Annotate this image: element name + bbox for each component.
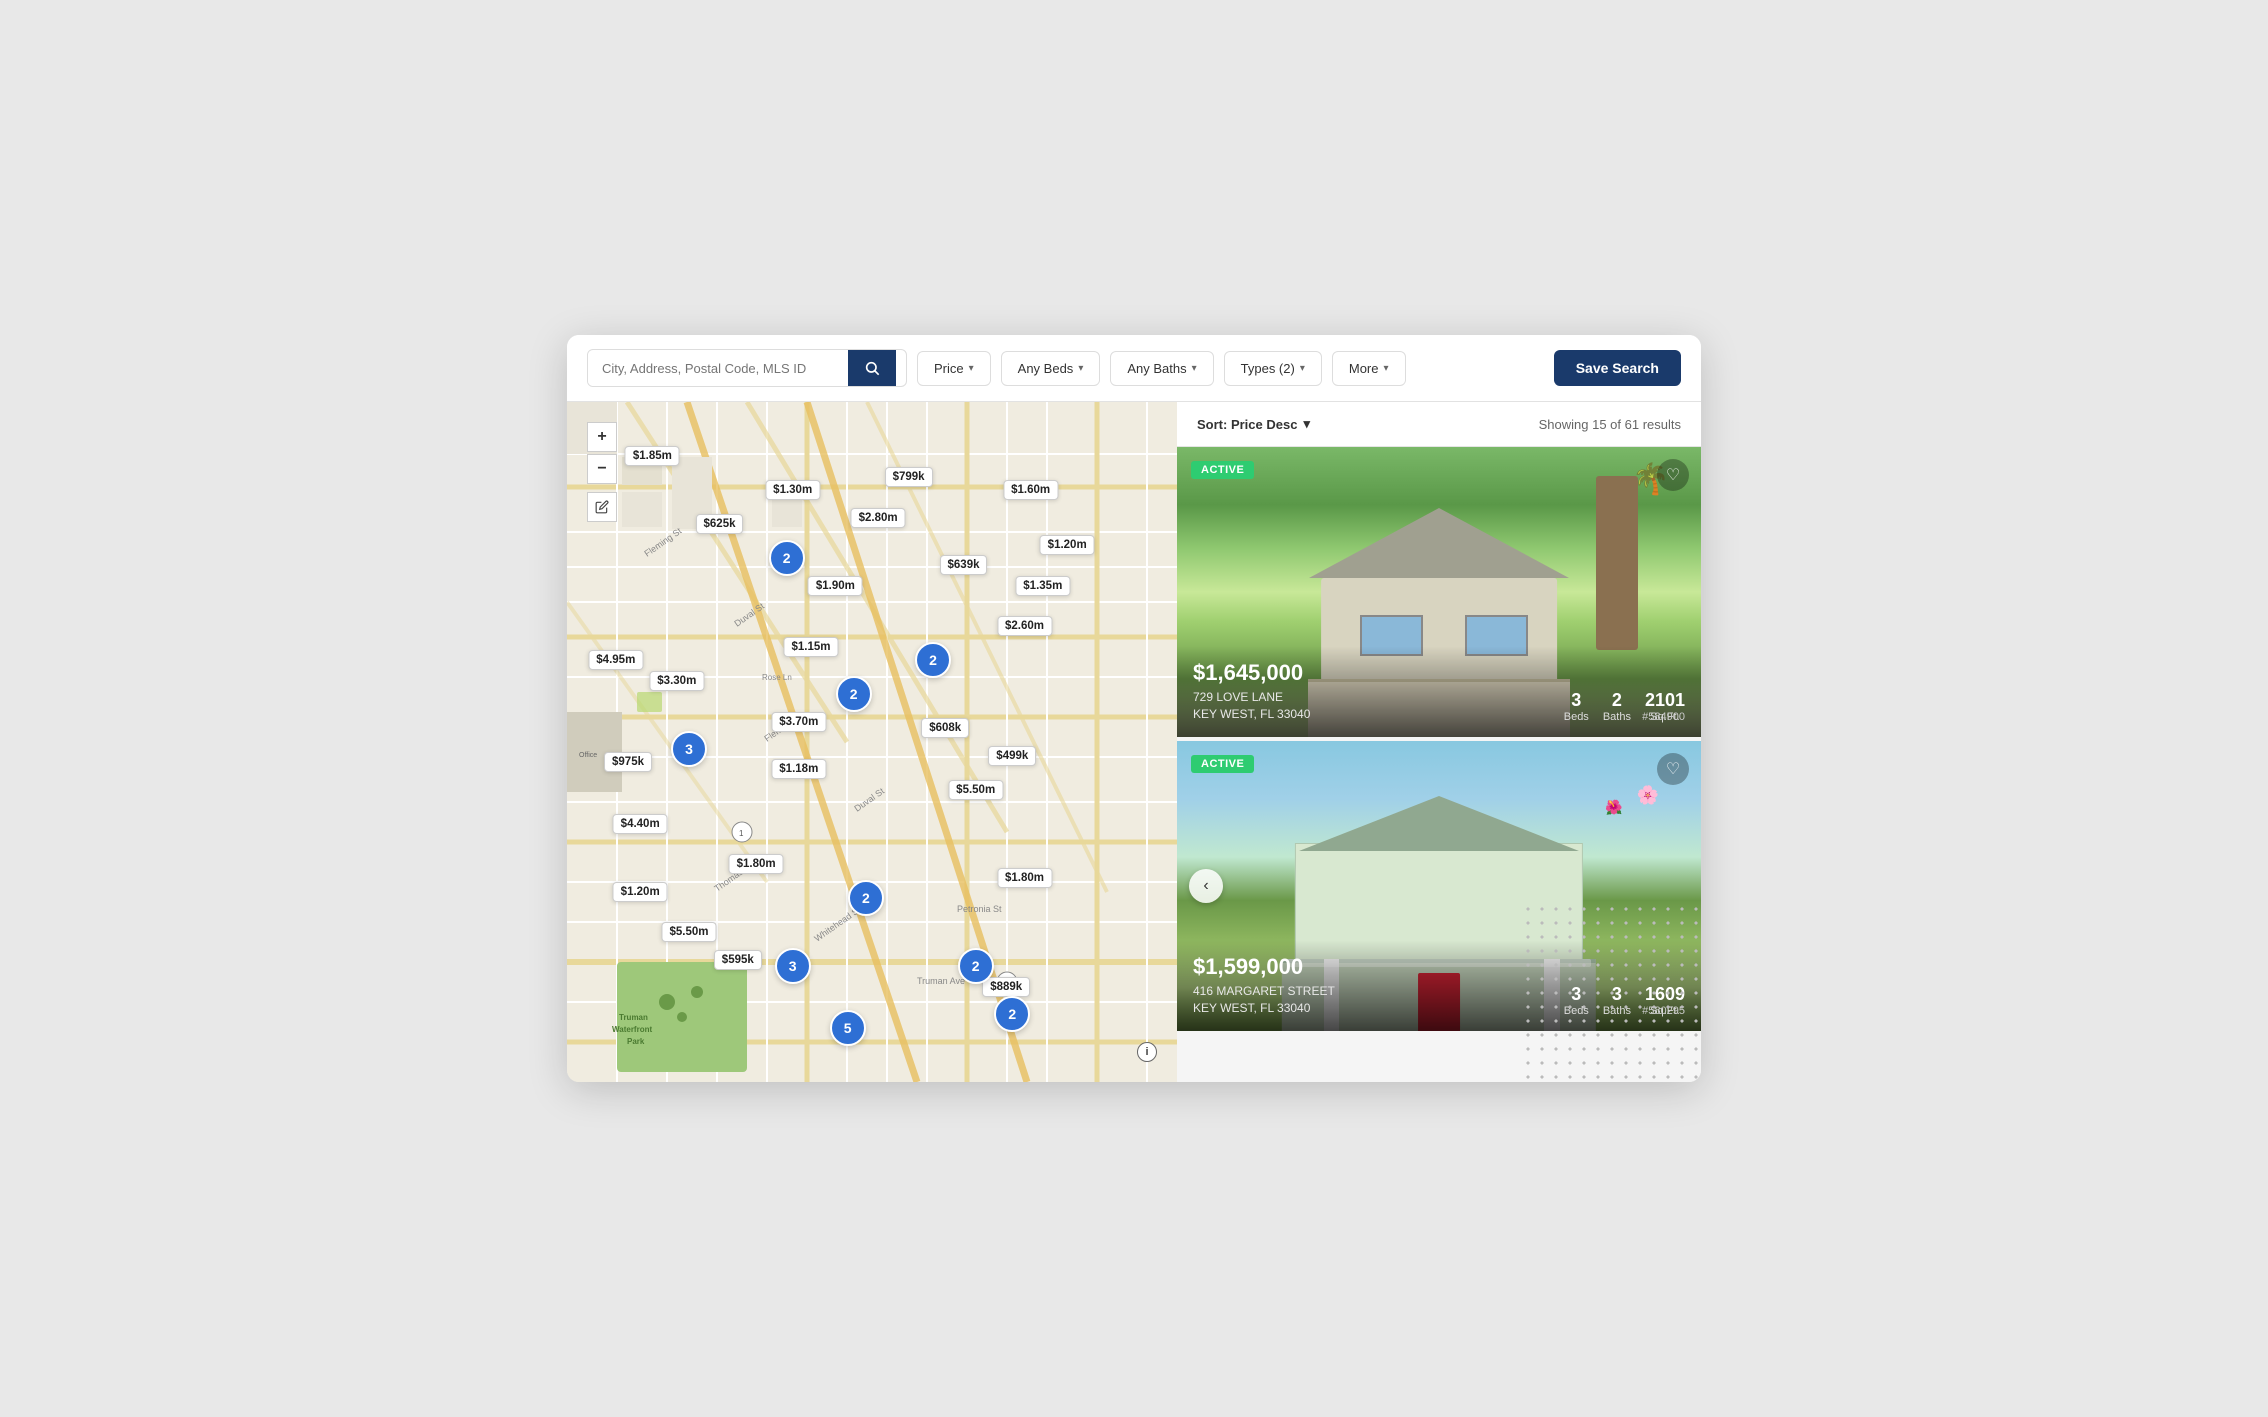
svg-text:Rose Ln: Rose Ln <box>762 673 792 682</box>
chevron-down-icon: ▾ <box>1303 416 1310 432</box>
save-search-button[interactable]: Save Search <box>1554 350 1681 386</box>
svg-text:Truman Ave: Truman Ave <box>917 976 965 986</box>
svg-text:Office: Office <box>579 752 597 759</box>
property-card[interactable]: 🌴 ACTIVE ♡ $1,645,000 729 LOVE LANE KEY … <box>1177 447 1701 737</box>
search-button[interactable] <box>848 350 896 386</box>
more-filter[interactable]: More ▾ <box>1332 351 1406 386</box>
price-filter[interactable]: Price ▾ <box>917 351 991 386</box>
mls-id: #580295 <box>1642 945 1685 1017</box>
property-card[interactable]: 🌸 🌺 ACTIVE ♡ ‹ $1,599,000 416 MARGARET S… <box>1177 741 1701 1031</box>
active-badge: ACTIVE <box>1191 755 1254 773</box>
svg-text:Truman: Truman <box>619 1013 648 1022</box>
svg-text:Petronia St: Petronia St <box>957 904 1002 914</box>
zoom-in-button[interactable]: + <box>587 422 617 452</box>
beds-stat: 3 Beds <box>1564 985 1589 1017</box>
baths-stat: 2 Baths <box>1603 691 1631 723</box>
active-badge: ACTIVE <box>1191 461 1254 479</box>
map[interactable]: Office Duval St Duval St Fleming St Flem… <box>567 402 1177 1082</box>
app-container: Price ▾ Any Beds ▾ Any Baths ▾ Types (2)… <box>567 335 1701 1082</box>
prev-image-button[interactable]: ‹ <box>1189 869 1223 903</box>
search-bar: Price ▾ Any Beds ▾ Any Baths ▾ Types (2)… <box>567 335 1701 402</box>
results-panel: Sort: Price Desc ▾ Showing 15 of 61 resu… <box>1177 402 1701 1082</box>
sort-dropdown[interactable]: Sort: Price Desc ▾ <box>1197 416 1310 432</box>
favorite-button[interactable]: ♡ <box>1657 753 1689 785</box>
property-price: $1,645,000 <box>1193 660 1685 686</box>
chevron-down-icon: ▾ <box>969 363 974 374</box>
baths-stat: 3 Baths <box>1603 985 1631 1017</box>
baths-filter[interactable]: Any Baths ▾ <box>1110 351 1213 386</box>
svg-text:Park: Park <box>627 1037 645 1046</box>
property-image: 🌸 🌺 ACTIVE ♡ ‹ $1,599,000 416 MARGARET S… <box>1177 741 1701 1031</box>
chevron-down-icon: ▾ <box>1300 363 1305 374</box>
beds-stat: 3 Beds <box>1564 691 1589 723</box>
mls-id: #584900 <box>1642 651 1685 723</box>
chevron-down-icon: ▾ <box>1383 363 1388 374</box>
map-controls: + − <box>587 422 617 522</box>
search-input[interactable] <box>588 351 848 386</box>
draw-button[interactable] <box>587 492 617 522</box>
property-image: 🌴 ACTIVE ♡ $1,645,000 729 LOVE LANE KEY … <box>1177 447 1701 737</box>
beds-filter[interactable]: Any Beds ▾ <box>1001 351 1101 386</box>
types-filter[interactable]: Types (2) ▾ <box>1224 351 1322 386</box>
results-header: Sort: Price Desc ▾ Showing 15 of 61 resu… <box>1177 402 1701 447</box>
svg-text:Waterfront: Waterfront <box>612 1025 652 1034</box>
search-input-wrapper <box>587 349 907 387</box>
map-info-button[interactable]: i <box>1137 1042 1157 1062</box>
svg-text:1: 1 <box>739 829 744 838</box>
map-section: Office Duval St Duval St Fleming St Flem… <box>567 402 1177 1082</box>
chevron-down-icon: ▾ <box>1192 363 1197 374</box>
favorite-button[interactable]: ♡ <box>1657 459 1689 491</box>
results-count: Showing 15 of 61 results <box>1539 417 1681 432</box>
property-price: $1,599,000 <box>1193 954 1685 980</box>
zoom-out-button[interactable]: − <box>587 454 617 484</box>
main-content: Office Duval St Duval St Fleming St Flem… <box>567 402 1701 1082</box>
chevron-down-icon: ▾ <box>1078 363 1083 374</box>
svg-text:1: 1 <box>1004 979 1009 988</box>
